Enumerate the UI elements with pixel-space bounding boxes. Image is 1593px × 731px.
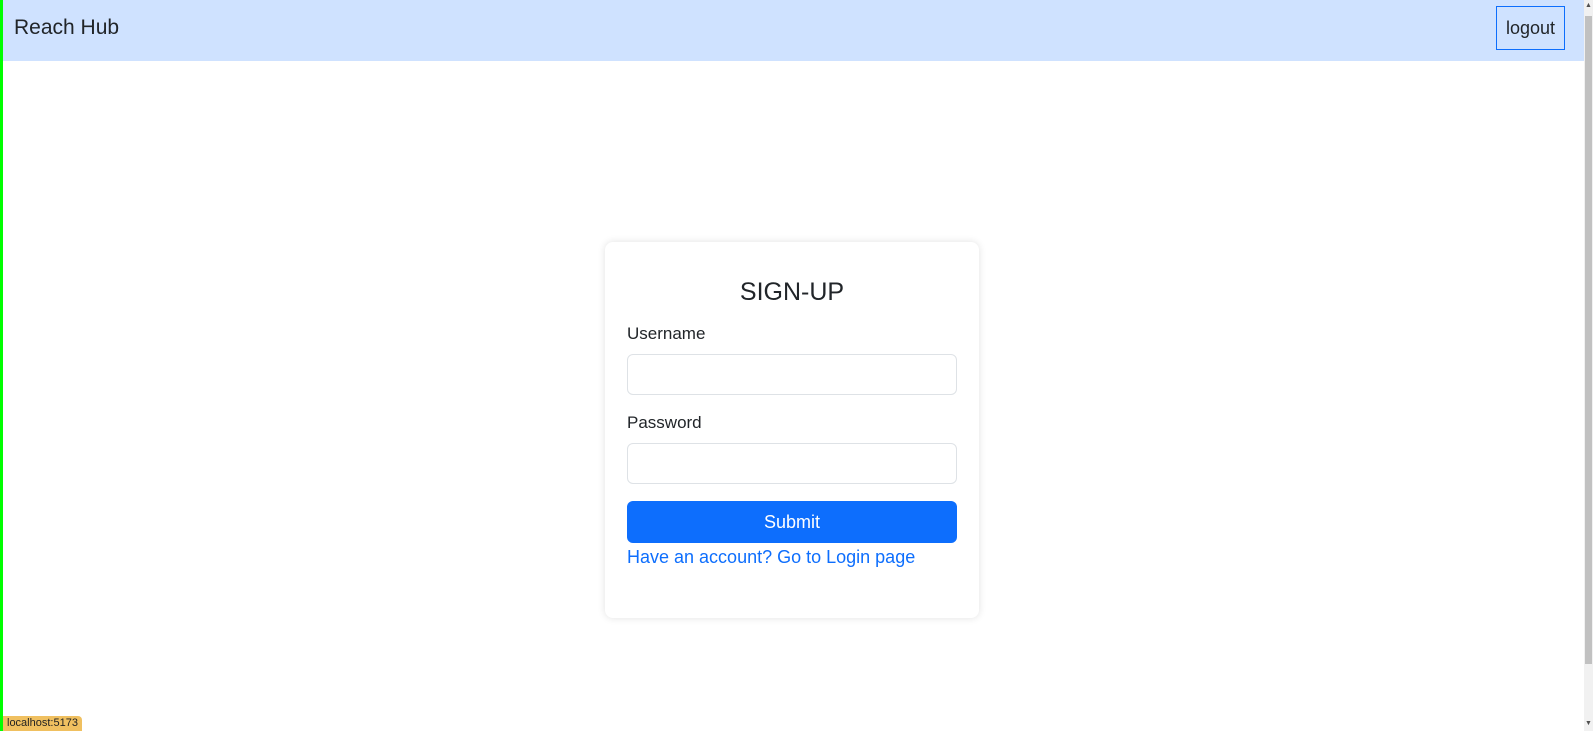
brand[interactable]: Reach Hub — [14, 16, 119, 40]
password-label: Password — [627, 413, 702, 432]
submit-button[interactable]: Submit — [627, 501, 957, 543]
form-title: SIGN-UP — [739, 278, 845, 306]
scroll-down-icon[interactable]: ▼ — [1585, 720, 1592, 727]
signup-card: SIGN-UP Username Password Submit Have an… — [605, 242, 979, 618]
navbar: Reach Hub — [3, 0, 1584, 61]
password-input[interactable] — [627, 443, 957, 484]
status-bar-url: localhost:5173 — [3, 716, 82, 731]
login-link[interactable]: Have an account? Go to Login page — [627, 547, 957, 568]
username-label: Username — [627, 324, 706, 343]
scroll-up-icon[interactable]: ▲ — [1585, 2, 1592, 9]
username-input[interactable] — [627, 354, 957, 395]
scrollbar[interactable]: ▲ ▼ — [1584, 0, 1593, 731]
scrollbar-thumb[interactable] — [1585, 16, 1592, 664]
window-edge — [0, 0, 3, 731]
logout-button[interactable]: logout — [1496, 6, 1565, 50]
